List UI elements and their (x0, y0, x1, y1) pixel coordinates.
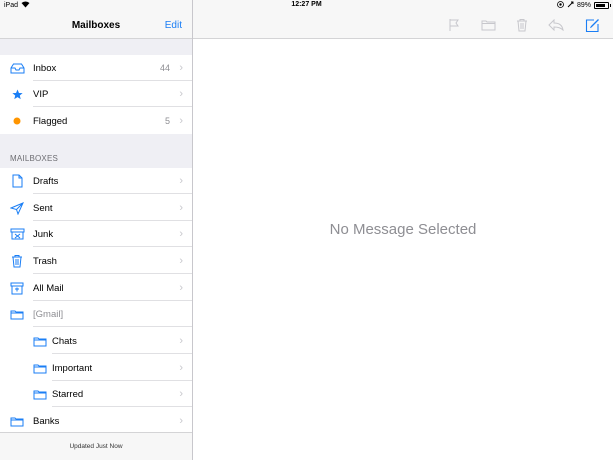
row-divider (33, 273, 192, 274)
row-divider (52, 353, 192, 354)
chevron-right-icon: › (179, 62, 183, 74)
folder-icon (32, 334, 48, 348)
chevron-right-icon: › (179, 362, 183, 374)
chevron-right-icon: › (179, 415, 183, 427)
sidebar-item-label: Trash (33, 255, 57, 267)
chevron-right-icon: › (179, 388, 183, 400)
sidebar-item-drafts[interactable]: Drafts › (0, 168, 192, 194)
sidebar-item-label: Starred (52, 388, 84, 400)
chevron-right-icon: › (179, 228, 183, 240)
sidebar-footer: Updated Just Now (0, 432, 192, 460)
folder-icon (32, 387, 48, 401)
compose-icon[interactable] (584, 17, 600, 33)
reply-icon[interactable] (548, 17, 564, 33)
chevron-right-icon: › (179, 202, 183, 214)
edit-button[interactable]: Edit (165, 20, 182, 31)
sidebar-item-label: Inbox (33, 62, 57, 74)
sidebar-item-important[interactable]: Important › (0, 355, 192, 381)
sidebar-item-label: Banks (33, 415, 60, 427)
sidebar-item-label: Junk (33, 228, 54, 240)
row-divider (33, 246, 192, 247)
sidebar-item-label: All Mail (33, 282, 64, 294)
sidebar-item-chats[interactable]: Chats › (0, 328, 192, 354)
no-message-selected: No Message Selected (329, 221, 477, 238)
sidebar-item-label: [Gmail] (33, 308, 64, 320)
status-bar: iPad 12:27 PM 89% (0, 0, 613, 11)
archive-box-icon (9, 281, 25, 295)
flag-icon[interactable] (446, 17, 462, 33)
update-status: Updated Just Now (69, 443, 123, 450)
sidebar-item-label: Important (52, 362, 93, 374)
star-icon (9, 87, 25, 101)
sidebar-item-label: VIP (33, 88, 49, 100)
sidebar-item-inbox[interactable]: Inbox 44 › (0, 55, 192, 81)
chevron-right-icon: › (179, 335, 183, 347)
flagged-count: 5 (164, 116, 170, 126)
sidebar-item-label: Sent (33, 202, 53, 214)
folder-icon (32, 361, 48, 375)
folder-move-icon[interactable] (480, 17, 496, 33)
battery-percent: 89% (576, 2, 591, 9)
mailboxes-sidebar: Mailboxes Edit Inbox 44 › VIP › Flagged … (0, 0, 193, 460)
sidebar-item-vip[interactable]: VIP › (0, 81, 192, 107)
folder-icon (9, 414, 25, 428)
paper-plane-icon (9, 201, 25, 215)
battery-icon (594, 2, 611, 9)
chevron-right-icon: › (179, 115, 183, 127)
chevron-right-icon: › (179, 282, 183, 294)
sidebar-item-sent[interactable]: Sent › (0, 195, 192, 221)
folder-icon (9, 307, 25, 321)
row-divider (33, 326, 192, 327)
chevron-right-icon: › (179, 175, 183, 187)
unread-count: 44 (159, 63, 170, 73)
orange-dot-icon (9, 114, 25, 128)
orientation-lock-icon (567, 1, 574, 10)
chevron-right-icon: › (179, 88, 183, 100)
location-icon (557, 1, 564, 10)
section-label: MAILBOXES (10, 154, 59, 163)
document-icon (9, 174, 25, 188)
sidebar-item-junk[interactable]: Junk › (0, 221, 192, 247)
sidebar-title: Mailboxes (71, 20, 121, 31)
status-right: 89% (557, 1, 611, 10)
chevron-right-icon: › (179, 255, 183, 267)
trash-icon (9, 254, 25, 268)
trash-icon[interactable] (514, 17, 530, 33)
junk-box-icon (9, 227, 25, 241)
sidebar-item-all-mail[interactable]: All Mail › (0, 275, 192, 301)
sidebar-item-starred[interactable]: Starred › (0, 381, 192, 407)
sidebar-item-gmail[interactable]: [Gmail] (0, 301, 192, 327)
sidebar-item-flagged[interactable]: Flagged 5 › (0, 108, 192, 134)
row-divider (33, 193, 192, 194)
sidebar-item-label: Flagged (33, 115, 68, 127)
row-divider (33, 106, 192, 107)
row-divider (52, 406, 192, 407)
sidebar-item-trash[interactable]: Trash › (0, 248, 192, 274)
sidebar-item-label: Chats (52, 335, 77, 347)
sidebar-spacer (0, 39, 192, 55)
inbox-tray-icon (9, 61, 25, 75)
status-time: 12:27 PM (291, 1, 322, 8)
sidebar-item-banks[interactable]: Banks › (0, 408, 192, 434)
sidebar-item-label: Drafts (33, 175, 59, 187)
